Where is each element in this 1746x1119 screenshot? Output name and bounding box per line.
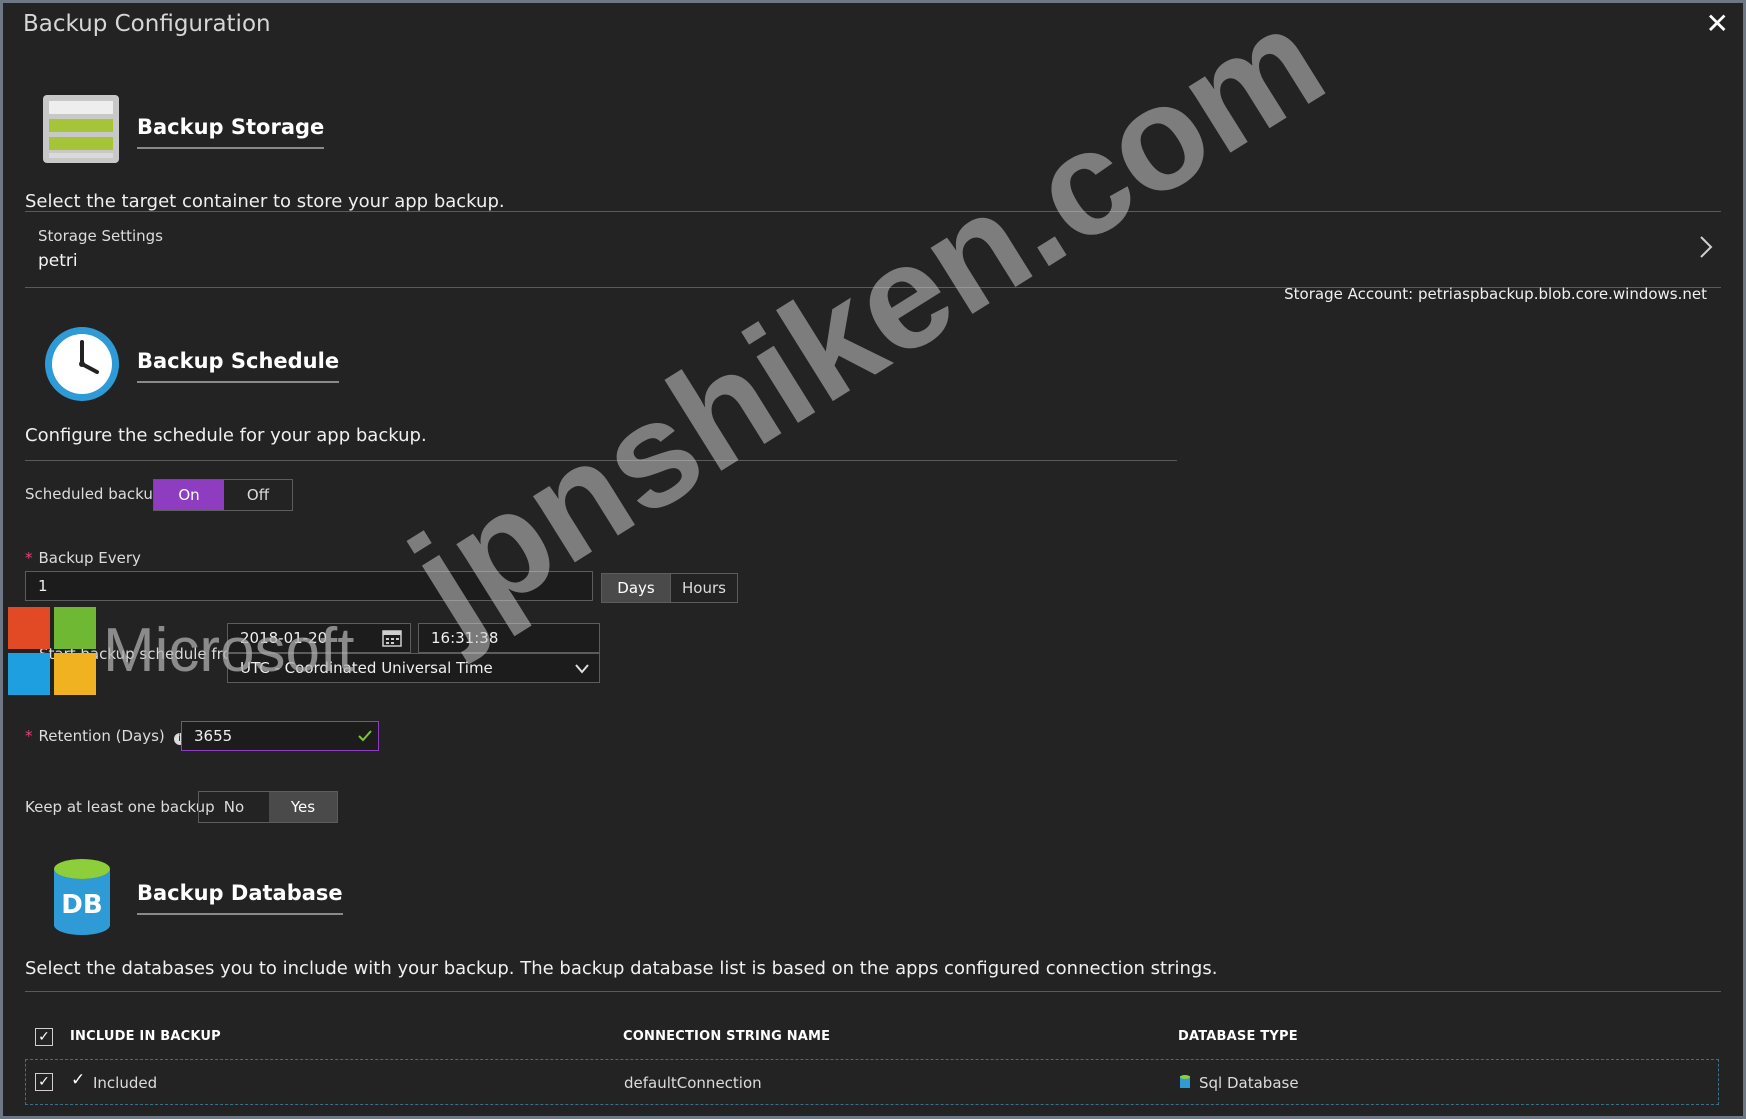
sql-database-icon (1180, 1075, 1190, 1088)
backup-storage-heading: Backup Storage (137, 115, 325, 149)
storage-description: Select the target container to store you… (25, 191, 505, 212)
storage-account-text: Storage Account: petriaspbackup.blob.cor… (1284, 285, 1707, 303)
scheduled-backup-label: Scheduled backup (25, 485, 163, 503)
retention-input[interactable]: 3655 (181, 721, 379, 751)
required-marker: * (25, 549, 33, 567)
keep-backup-label: Keep at least one backup (25, 798, 215, 816)
close-icon[interactable]: ✕ (1706, 7, 1729, 40)
row-checkbox[interactable]: ✓ (35, 1073, 53, 1091)
check-icon: ✓ (71, 1070, 86, 1090)
row-included: Included (93, 1074, 158, 1092)
storage-settings-value: petri (38, 251, 78, 271)
backup-schedule-heading: Backup Schedule (137, 349, 340, 383)
divider (25, 211, 1721, 212)
backup-database-heading: Backup Database (137, 881, 343, 915)
column-header-include[interactable]: INCLUDE IN BACKUP (70, 1029, 221, 1044)
blade-title: Backup Configuration (23, 11, 271, 37)
scheduled-backup-toggle[interactable]: On Off (153, 479, 293, 511)
toggle-off-option[interactable]: Off (224, 480, 292, 510)
db-icon-text: DB (61, 890, 102, 920)
calendar-icon[interactable] (382, 629, 402, 647)
backup-configuration-blade: Backup Configuration ✕ Backup Storage Se… (0, 0, 1746, 1119)
keep-yes-option[interactable]: Yes (269, 792, 337, 822)
microsoft-logo (8, 607, 96, 695)
retention-label: * Retention (Days) i (25, 727, 186, 745)
row-database-type: Sql Database (1199, 1074, 1299, 1092)
unit-hours-button[interactable]: Hours (670, 573, 738, 603)
clock-icon (45, 327, 119, 401)
keep-no-option[interactable]: No (199, 792, 269, 822)
column-header-connection[interactable]: CONNECTION STRING NAME (623, 1029, 830, 1044)
watermark-text: jpnshiken.com (384, 0, 1351, 665)
table-row[interactable]: ✓ ✓ Included defaultConnection Sql Datab… (25, 1059, 1719, 1105)
storage-icon (43, 95, 119, 163)
chevron-down-icon (575, 664, 589, 674)
retention-label-text: Retention (Days) (38, 727, 165, 745)
column-header-type[interactable]: DATABASE TYPE (1178, 1029, 1298, 1044)
toggle-on-option[interactable]: On (154, 480, 224, 510)
retention-value: 3655 (194, 727, 233, 745)
divider (25, 991, 1721, 992)
database-description: Select the databases you to include with… (25, 958, 1218, 979)
schedule-description: Configure the schedule for your app back… (25, 425, 427, 446)
select-all-checkbox[interactable]: ✓ (35, 1028, 53, 1046)
storage-settings-label: Storage Settings (38, 227, 163, 245)
row-connection-name: defaultConnection (624, 1074, 762, 1092)
microsoft-logo-text: Microsoft (103, 616, 355, 685)
check-valid-icon (358, 730, 372, 742)
chevron-right-icon (1700, 236, 1713, 258)
backup-every-label-text: Backup Every (38, 549, 141, 567)
keep-backup-toggle[interactable]: No Yes (198, 791, 338, 823)
backup-every-label: * Backup Every (25, 549, 141, 567)
database-icon: DB (54, 859, 110, 935)
required-marker: * (25, 727, 33, 745)
